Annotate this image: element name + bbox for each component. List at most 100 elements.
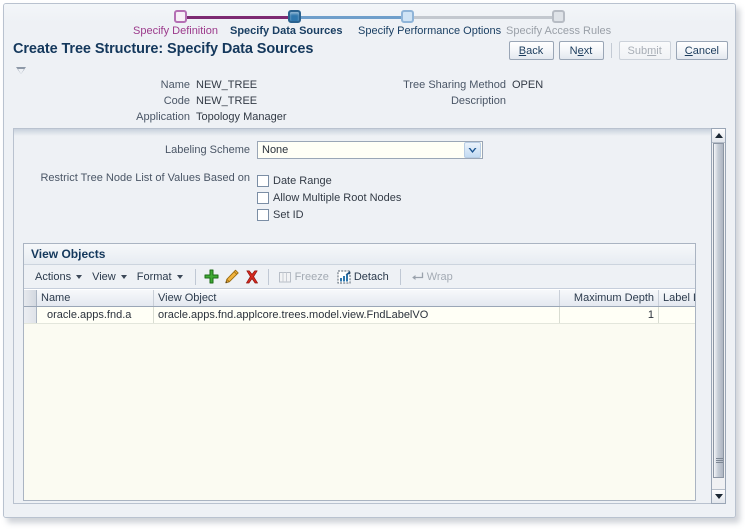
train-label-specify-performance-options[interactable]: Specify Performance Options: [358, 25, 501, 38]
arrow-up-icon: [714, 133, 723, 138]
train-connector-1: [180, 16, 294, 19]
checkbox-label-allow-multiple-root-nodes[interactable]: Allow Multiple Root Nodes: [273, 192, 401, 204]
view-objects-header: View Objects: [24, 244, 695, 265]
view-menu-label: View: [92, 270, 116, 283]
back-button[interactable]: Back: [508, 41, 554, 60]
summary-row-name: Name NEW_TREE: [4, 79, 384, 94]
cancel-button[interactable]: Cancel: [675, 41, 728, 60]
checkbox-label-set-id[interactable]: Set ID: [273, 209, 304, 221]
view-objects-title: View Objects: [31, 247, 106, 261]
format-menu-button[interactable]: Format: [133, 270, 187, 284]
table-header-row: Name View Object Maximum Depth Label Dat…: [24, 290, 695, 307]
train-label-specify-access-rules: Specify Access Rules: [506, 25, 612, 37]
add-button[interactable]: [202, 267, 222, 287]
summary-value-code: NEW_TREE: [196, 95, 258, 107]
labeling-scheme-row: Labeling Scheme None: [14, 141, 712, 159]
train-connector-3: [407, 16, 558, 19]
train-node-specify-performance-options[interactable]: [401, 10, 414, 23]
detach-button[interactable]: Detach: [334, 269, 392, 285]
toolbar-separator: [194, 268, 196, 285]
summary-label-application: Application: [136, 111, 190, 123]
delete-icon: [245, 269, 259, 284]
row-selector-cell[interactable]: [24, 307, 37, 323]
chevron-down-icon: [176, 274, 183, 279]
summary-label-name: Name: [160, 79, 190, 91]
cell-maximum-depth[interactable]: 1: [560, 307, 659, 323]
detach-icon: [337, 270, 351, 284]
freeze-icon: [278, 270, 292, 284]
main-vertical-scrollbar[interactable]: [711, 128, 726, 504]
cell-name[interactable]: oracle.apps.fnd.a: [37, 307, 154, 323]
checkbox-set-id[interactable]: [257, 208, 269, 221]
freeze-label: Freeze: [294, 270, 329, 283]
scroll-up-button[interactable]: [712, 129, 725, 143]
train-connector-2: [294, 16, 407, 19]
wrap-label: Wrap: [426, 270, 453, 283]
labeling-scheme-label: Labeling Scheme: [164, 144, 250, 156]
train-label-specify-data-sources[interactable]: Specify Data Sources: [230, 25, 343, 38]
cell-label-data[interactable]: [659, 307, 695, 323]
checkbox-date-range[interactable]: [257, 174, 269, 187]
scroll-down-button[interactable]: [712, 489, 725, 503]
train-node-specify-access-rules: [552, 10, 565, 23]
column-header-maximum-depth[interactable]: Maximum Depth: [560, 290, 659, 306]
summary-label-description: Description: [450, 95, 506, 107]
checkbox-row-allow-multiple-root-nodes: Allow Multiple Root Nodes: [257, 189, 401, 206]
checkbox-allow-multiple-root-nodes[interactable]: [257, 191, 269, 204]
next-button[interactable]: Ne xt: [558, 41, 604, 60]
actions-menu-button[interactable]: Actions: [31, 270, 86, 284]
page-title: Create Tree Structure: Specify Data Sour…: [13, 41, 314, 57]
edit-icon: [224, 269, 240, 284]
data-sources-form: Labeling Scheme None Restrict Tree Node …: [14, 141, 712, 227]
summary-value-application: Topology Manager: [196, 111, 287, 123]
column-header-view-object[interactable]: View Object: [154, 290, 560, 306]
summary-row-tree-sharing-method: Tree Sharing Method OPEN: [390, 79, 720, 94]
toolbar-separator: [399, 268, 401, 285]
edit-button[interactable]: [222, 267, 242, 287]
toolbar-separator: [267, 268, 269, 285]
labeling-scheme-select[interactable]: None: [257, 141, 483, 159]
summary-row-code: Code NEW_TREE: [4, 95, 384, 110]
application-window: Specify Definition Specify Data Sources …: [3, 3, 736, 518]
screenshot-root: Specify Definition Specify Data Sources …: [0, 0, 745, 529]
summary-right-column: Tree Sharing Method OPEN Description: [390, 79, 720, 111]
chevron-down-icon: [120, 274, 127, 279]
summary-row-application: Application Topology Manager: [4, 111, 384, 126]
scrollbar-grip: [716, 458, 723, 463]
view-objects-table: Name View Object Maximum Depth Label Dat…: [24, 290, 695, 500]
column-header-name[interactable]: Name: [37, 290, 154, 306]
restrict-row: Restrict Tree Node List of Values Based …: [14, 172, 712, 223]
restrict-label: Restrict Tree Node List of Values Based …: [40, 172, 250, 184]
format-menu-label: Format: [136, 270, 172, 283]
summary-label-tree-sharing-method: Tree Sharing Method: [403, 79, 506, 91]
scrollbar-thumb[interactable]: [713, 143, 724, 478]
cell-view-object[interactable]: oracle.apps.fnd.applcore.trees.model.vie…: [154, 307, 560, 323]
content-region-divider: [14, 129, 712, 136]
train-label-specify-definition[interactable]: Specify Definition: [133, 25, 218, 38]
button-separator: [610, 43, 612, 58]
window-content: Specify Definition Specify Data Sources …: [4, 4, 735, 517]
checkbox-label-date-range[interactable]: Date Range: [273, 175, 332, 187]
view-menu-button[interactable]: View: [88, 270, 131, 284]
checkbox-row-date-range: Date Range: [257, 172, 401, 189]
train-node-specify-definition[interactable]: [174, 10, 187, 23]
labeling-scheme-value: None: [262, 144, 289, 156]
summary-value-tree-sharing-method: OPEN: [512, 79, 544, 91]
arrow-down-icon: [714, 494, 723, 499]
freeze-button: Freeze: [275, 269, 332, 285]
wrap-icon: [410, 271, 424, 283]
triangle-down-icon[interactable]: [16, 67, 26, 74]
train-node-specify-data-sources[interactable]: [288, 10, 301, 23]
restrict-checkbox-group: Date Range Allow Multiple Root Nodes Set…: [257, 172, 401, 223]
delete-button[interactable]: [242, 267, 262, 287]
summary-label-code: Code: [163, 95, 190, 107]
chevron-down-icon[interactable]: [464, 142, 481, 158]
title-row: Create Tree Structure: Specify Data Sour…: [4, 41, 735, 67]
detach-label: Detach: [353, 270, 389, 283]
action-button-bar: Back Ne xt Sub m it Cancel: [508, 41, 728, 60]
table-row[interactable]: oracle.apps.fnd.a oracle.apps.fnd.applco…: [24, 307, 695, 324]
content-region-body: Labeling Scheme None Restrict Tree Node …: [14, 136, 712, 503]
row-selector-header: [24, 290, 37, 306]
column-header-label-data[interactable]: Label Data: [659, 290, 695, 306]
view-objects-toolbar: Actions View Format Freeze Detach Wrap: [24, 265, 695, 289]
